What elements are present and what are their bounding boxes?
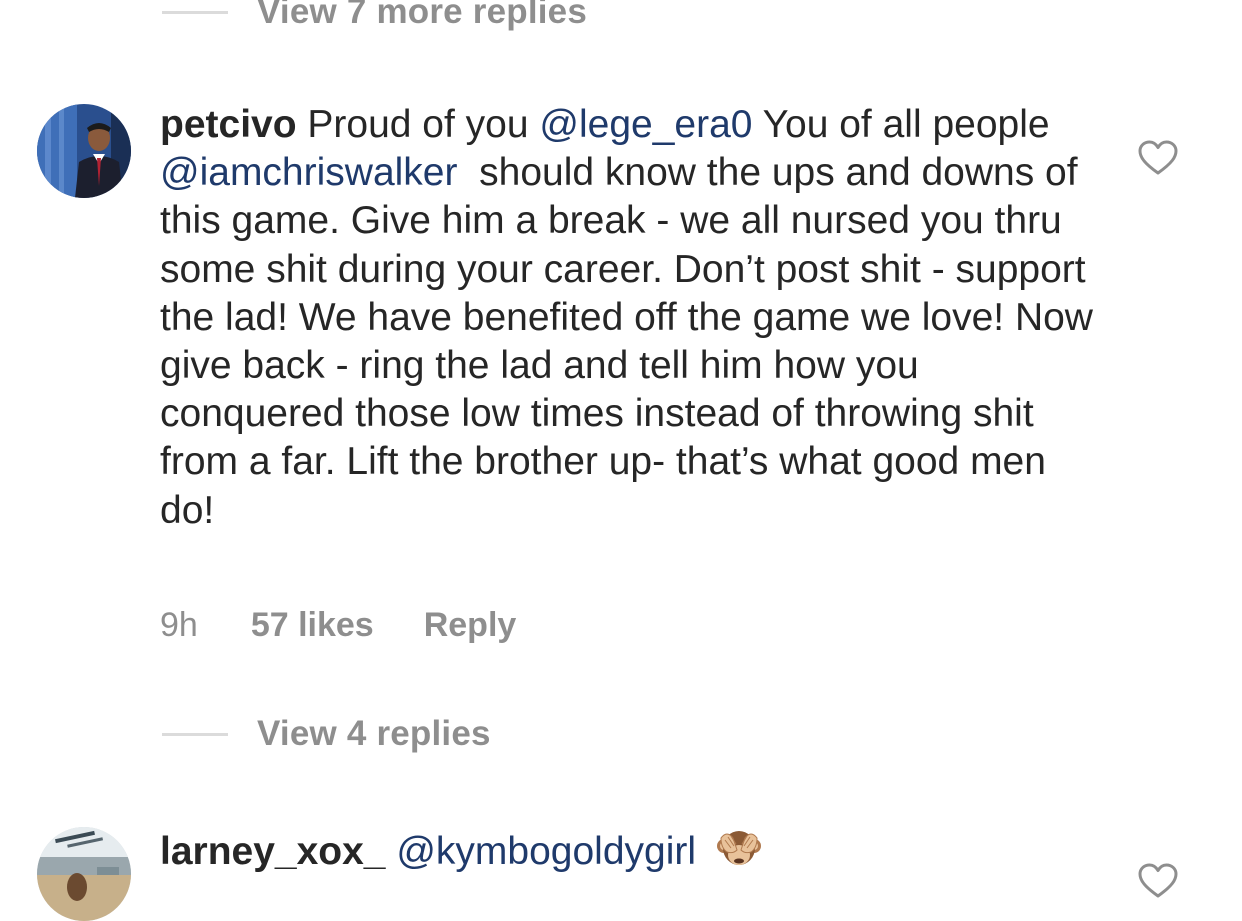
- heart-outline-icon[interactable]: [1138, 140, 1178, 176]
- see-no-evil-monkey-icon: [715, 824, 763, 884]
- comment-text-segment: You of all people: [752, 103, 1050, 146]
- avatar-photo: [37, 827, 131, 921]
- avatar-photo: [37, 104, 131, 198]
- view-replies-label: View 4 replies: [257, 714, 491, 753]
- replies-divider-line: [162, 732, 228, 736]
- reply-button[interactable]: Reply: [424, 606, 517, 645]
- comment-text-petcivo: petcivo Proud of you @lege_era0 You of a…: [160, 101, 1100, 535]
- comment-meta-row: 9h 57 likes Reply: [160, 606, 516, 645]
- view-more-replies-button[interactable]: View 7 more replies: [162, 0, 587, 32]
- comment-username[interactable]: larney_xox_: [160, 830, 386, 873]
- comment-text-segment: Proud of you: [296, 103, 540, 146]
- mention-iamchriswalker[interactable]: @iamchriswalker: [160, 151, 457, 194]
- comment-username[interactable]: petcivo: [160, 103, 297, 146]
- comment-text-larney-xox: larney_xox_ @kymbogoldygirl: [160, 824, 1100, 884]
- avatar-larney-xox[interactable]: [37, 827, 131, 921]
- replies-divider-line: [162, 10, 228, 14]
- heart-outline-icon[interactable]: [1138, 863, 1178, 899]
- comment-timestamp: 9h: [160, 606, 198, 644]
- comment-likes-count[interactable]: 57 likes: [251, 606, 374, 645]
- mention-lege-era0[interactable]: @lege_era0: [539, 103, 752, 146]
- comment-text-segment: should know the ups and downs of this ga…: [160, 151, 1104, 532]
- view-more-replies-label: View 7 more replies: [257, 0, 587, 31]
- mention-kymbogoldygirl[interactable]: @kymbogoldygirl: [396, 830, 696, 873]
- view-replies-button[interactable]: View 4 replies: [162, 714, 491, 754]
- avatar-petcivo[interactable]: [37, 104, 131, 198]
